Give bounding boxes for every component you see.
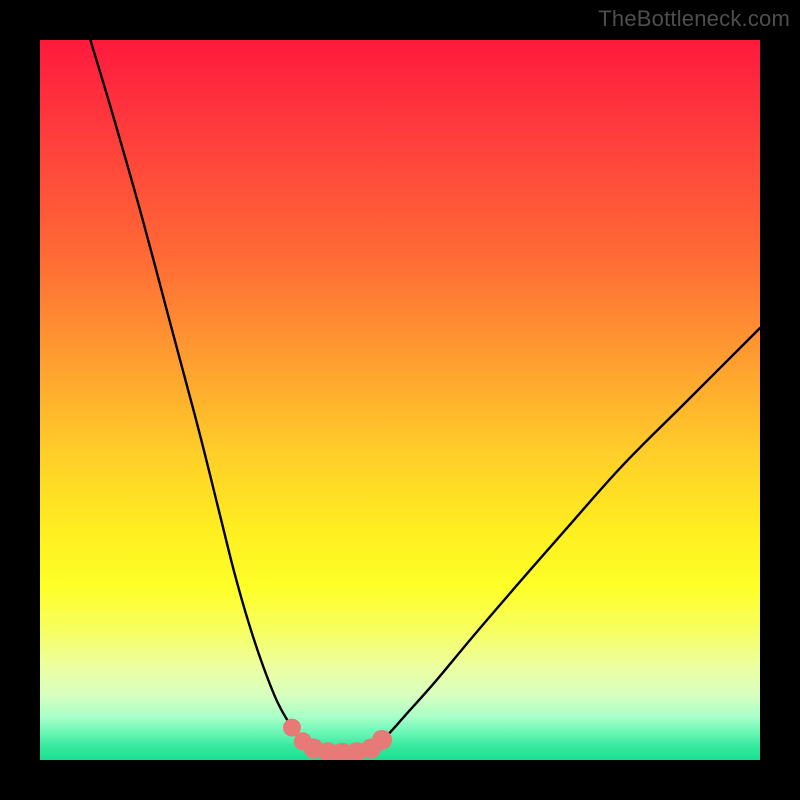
watermark-label: TheBottleneck.com [598,6,790,32]
chart-frame: TheBottleneck.com [0,0,800,800]
bottleneck-curve-path [90,40,760,753]
plot-svg [40,40,760,760]
valley-markers [283,719,392,760]
plot-area [40,40,760,760]
bottleneck-curve [90,40,760,753]
valley-marker [372,730,392,750]
